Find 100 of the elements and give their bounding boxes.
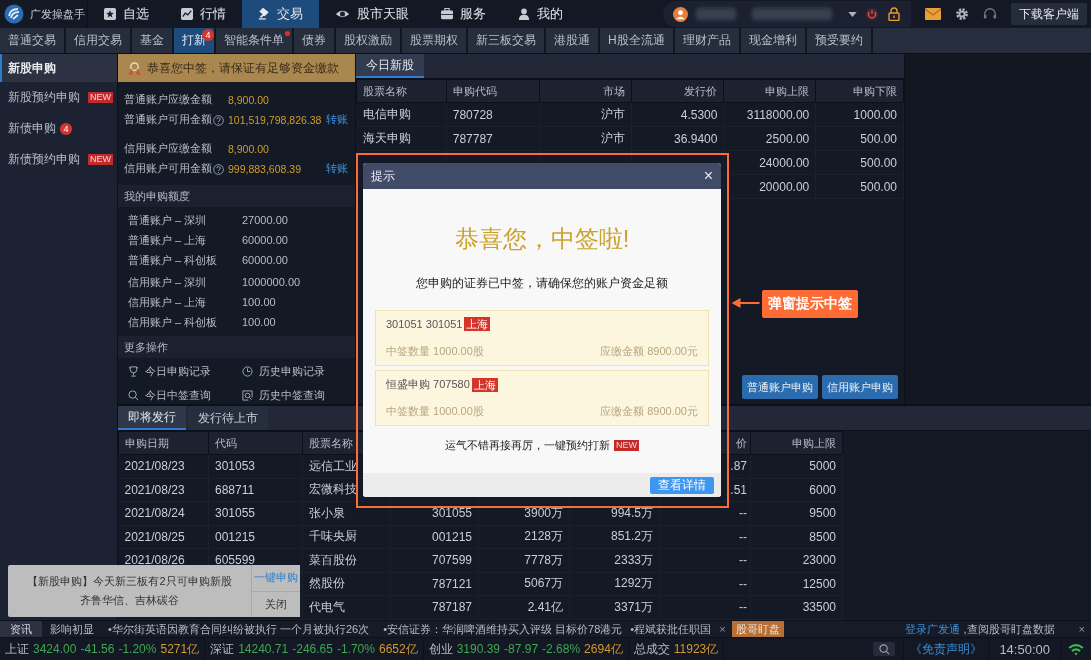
main-nav-tab[interactable]: 自选: [88, 0, 165, 28]
amount-due: 应缴金额 8900.00元: [600, 344, 698, 359]
table-cell: 2500.00: [765, 131, 810, 146]
sub-tab[interactable]: H股全流通: [600, 28, 673, 53]
quota-value: 60000.00: [242, 234, 288, 246]
sub-tab[interactable]: 理财产品: [674, 28, 739, 53]
action-link[interactable]: 历史申购记录: [241, 362, 355, 380]
amount-value: 999,883,608.39: [228, 163, 302, 175]
sub-tab[interactable]: 现金增利: [740, 28, 805, 53]
quota-label: 信用账户 – 科创板: [128, 314, 219, 330]
news-headline[interactable]: 影响初显: [50, 621, 94, 637]
sidebar-item[interactable]: 新股预约申购 NEW: [0, 82, 117, 113]
panel-tab[interactable]: 发行待上市: [188, 406, 268, 430]
action-link[interactable]: 今日中签查询: [128, 386, 242, 404]
table-cell: 1000.00: [853, 107, 897, 122]
panel-tab[interactable]: 今日新股: [356, 54, 424, 78]
transfer-link[interactable]: 转账: [326, 113, 348, 127]
table-cell: 787121: [431, 576, 472, 591]
close-button[interactable]: ×: [703, 167, 713, 185]
table-cell: 远信工业: [309, 458, 357, 473]
close-button[interactable]: ×: [1078, 623, 1085, 635]
account-selector[interactable]: [663, 1, 911, 27]
close-button[interactable]: ×: [719, 623, 726, 635]
wifi-icon: [1067, 642, 1085, 656]
sub-tab[interactable]: 新三板交易: [468, 28, 544, 53]
table-cell: 688711: [215, 482, 255, 497]
column-header: 价: [736, 436, 747, 449]
sub-tab[interactable]: 港股通: [546, 28, 598, 53]
table-cell: 3118000.00: [746, 107, 810, 122]
stock-name: 恒盛申购 707580: [386, 377, 470, 392]
sub-tab[interactable]: 信用交易: [66, 28, 130, 53]
allotted-quantity: 中签数量 1000.00股: [386, 404, 484, 419]
sub-tab[interactable]: 股权激励: [336, 28, 400, 53]
table-cell: 1292万: [614, 576, 653, 591]
column-header: 申购上限: [765, 84, 810, 97]
subscribe-button[interactable]: 信用账户申购: [822, 375, 898, 399]
search-button[interactable]: [873, 642, 896, 656]
table-cell: 787187: [431, 600, 472, 615]
subscribe-button[interactable]: 普通账户申购: [742, 375, 818, 399]
disclaimer-link[interactable]: 《免责声明》: [910, 640, 983, 658]
index-change: -41.56: [80, 642, 115, 656]
eye-icon: [335, 8, 350, 20]
table-cell: 780728: [452, 107, 493, 122]
table-cell: 2021/08/25: [124, 529, 185, 544]
table-cell: 20000.00: [759, 179, 810, 194]
lock-icon[interactable]: [887, 7, 901, 21]
sub-tab[interactable]: 债券: [294, 28, 334, 53]
login-link[interactable]: 登录广发通: [905, 622, 961, 635]
sidebar-item[interactable]: 新债预约申购 NEW: [0, 144, 117, 175]
table-cell: 菜百股份: [309, 552, 357, 567]
table-cell: 沪市: [600, 131, 625, 145]
table-cell: 海天申购: [362, 131, 411, 145]
table-cell: 24000.00: [759, 155, 810, 170]
sub-tab[interactable]: 智能条件单: [216, 28, 292, 53]
table-cell: 7778万: [524, 552, 563, 567]
table-cell: 2021/08/24: [124, 506, 185, 521]
table-cell: 33500: [802, 600, 836, 615]
quota-value: 1000000.00: [242, 276, 301, 288]
table-cell: 2021/08/23: [124, 482, 185, 497]
help-icon[interactable]: [213, 163, 224, 175]
help-icon[interactable]: [213, 114, 224, 126]
caret-icon: [848, 11, 857, 17]
sub-tab[interactable]: 普通交易: [0, 28, 64, 53]
power-icon[interactable]: [865, 7, 879, 21]
table-cell: 001215: [431, 529, 472, 544]
sub-tab[interactable]: 股票期权: [402, 28, 466, 53]
main-nav-tab[interactable]: 我的: [502, 0, 579, 28]
table-cell: --: [739, 506, 747, 521]
table-cell: 沪市: [600, 107, 625, 121]
news-headline[interactable]: •程斌获批任职国: [630, 621, 712, 637]
action-link[interactable]: 今日申购记录: [128, 362, 242, 380]
headset-icon[interactable]: [983, 7, 997, 21]
quota-label: 普通账户 – 上海: [128, 232, 208, 248]
table-cell: 然股份: [309, 576, 345, 591]
main-nav-tab[interactable]: 行情: [165, 0, 242, 28]
panel-tab[interactable]: 即将发行: [118, 406, 186, 430]
download-client-button[interactable]: 下载客户端: [1011, 3, 1087, 25]
index-name: 上证: [5, 640, 29, 658]
settings-icon[interactable]: [955, 7, 969, 21]
sub-tab[interactable]: 基金: [132, 28, 172, 53]
table-cell: 001215: [215, 529, 256, 544]
column-header: 发行价: [684, 84, 718, 97]
table-cell: 605599: [215, 553, 256, 568]
main-nav-tab[interactable]: 交易: [242, 0, 319, 28]
sidebar-item[interactable]: 新债申购 4: [0, 113, 117, 144]
sidebar-item[interactable]: 新股申购: [0, 54, 117, 82]
sub-tab[interactable]: 预受要约: [806, 28, 871, 53]
news-headline[interactable]: •安信证券：华润啤酒维持买入评级 目标价78港元: [383, 621, 623, 637]
main-nav-tab[interactable]: 服务: [425, 0, 502, 28]
action-link[interactable]: 历史中签查询: [241, 386, 355, 404]
transfer-link[interactable]: 转账: [326, 162, 348, 176]
news-headline[interactable]: •华尔街英语因教育合同纠纷被执行 一个月被执行26次: [108, 621, 370, 637]
table-cell: 8500: [809, 529, 836, 544]
promo-text[interactable]: 运气不错再接再厉，一键预约打新: [445, 438, 610, 453]
dialog-title: 提示: [371, 167, 395, 185]
index-volume: 5271亿: [160, 640, 200, 658]
trophy-icon: [128, 365, 139, 377]
main-nav-tab[interactable]: 股市天眼: [319, 0, 425, 28]
market-tag: 上海: [464, 317, 491, 331]
table-cell: --: [739, 576, 747, 591]
